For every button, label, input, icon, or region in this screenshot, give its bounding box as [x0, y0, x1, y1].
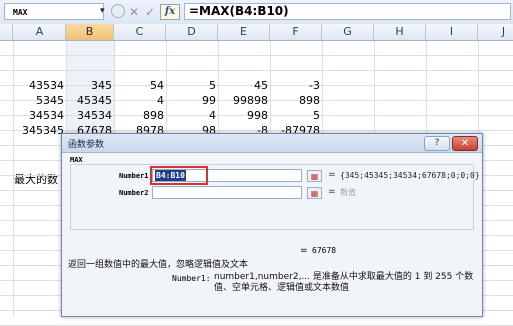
help-button[interactable]: ?	[424, 136, 450, 151]
argument-help-text: number1,number2,... 是准备从中求取最大值的 1 到 255 …	[214, 272, 474, 293]
number1-equals: =	[328, 170, 336, 180]
cell-f-row3[interactable]: 5	[270, 108, 322, 123]
cell-b-row2[interactable]: 45345	[66, 93, 114, 108]
formula-result-equals: =	[300, 246, 308, 256]
cell-f-row2[interactable]: 898	[270, 93, 322, 108]
column-header-b[interactable]: B	[66, 24, 114, 40]
cell-f-row1[interactable]: -3	[270, 78, 322, 93]
column-header-c[interactable]: C	[114, 24, 166, 40]
cell-c-row3[interactable]: 898	[114, 108, 166, 123]
enter-icon[interactable]: ✓	[142, 4, 158, 20]
formula-bar-splitter-icon[interactable]	[111, 4, 125, 18]
number2-equals: =	[328, 187, 336, 197]
column-header-i[interactable]: I	[426, 24, 478, 40]
column-header-a[interactable]: A	[14, 24, 66, 40]
number1-label: Number1	[119, 172, 149, 180]
number2-result: 数值	[340, 188, 356, 197]
formula-input[interactable]: =MAX(B4:B10)	[184, 3, 511, 20]
cell-e-row3[interactable]: 998	[218, 108, 270, 123]
gridline-horizontal	[0, 70, 513, 71]
cell-e-row2[interactable]: 99898	[218, 93, 270, 108]
column-header-d[interactable]: D	[166, 24, 218, 40]
close-button[interactable]: ✕	[452, 136, 478, 151]
cell-b-row1[interactable]: 345	[66, 78, 114, 93]
dialog-titlebar[interactable]: 函数参数 ? ✕	[62, 134, 482, 153]
dialog-title: 函数参数	[68, 140, 105, 150]
column-header-j[interactable]: J	[478, 24, 513, 40]
cell-d-row3[interactable]: 4	[166, 108, 218, 123]
cell-d-row1[interactable]: 5	[166, 78, 218, 93]
function-arguments-dialog: 函数参数 ? ✕ MAX Number1 B4:B10 ▦ = {345;453…	[61, 133, 483, 317]
column-header-e[interactable]: E	[218, 24, 270, 40]
select-all-corner[interactable]	[0, 24, 13, 40]
name-box[interactable]: MAX	[4, 3, 104, 20]
function-description: 返回一组数值中的最大值，忽略逻辑值及文本	[68, 260, 249, 270]
number2-collapse-icon[interactable]: ▦	[307, 187, 322, 199]
cancel-icon[interactable]: ✕	[126, 4, 142, 20]
argument-help-name: Number1:	[172, 274, 211, 283]
cell-c-row1[interactable]: 54	[114, 78, 166, 93]
gridline-horizontal	[0, 55, 513, 56]
function-name-label: MAX	[70, 156, 83, 164]
insert-function-icon[interactable]: fx	[160, 4, 180, 20]
column-header-row: ABCDEFGHIJ	[0, 24, 513, 41]
formula-bar: MAX ▾ ✕ ✓ fx =MAX(B4:B10)	[0, 0, 513, 25]
cell-a-row1[interactable]: 43534	[14, 78, 66, 93]
row-label-cell[interactable]: 最大的数	[14, 171, 58, 187]
cell-c-row2[interactable]: 4	[114, 93, 166, 108]
column-header-h[interactable]: H	[374, 24, 426, 40]
column-header-f[interactable]: F	[270, 24, 322, 40]
column-header-g[interactable]: G	[322, 24, 374, 40]
cell-d-row2[interactable]: 99	[166, 93, 218, 108]
cell-a-row4[interactable]: 345345	[14, 123, 66, 138]
name-box-dropdown-icon[interactable]: ▾	[100, 6, 105, 16]
cell-a-row3[interactable]: 34534	[14, 108, 66, 123]
cell-a-row2[interactable]: 5345	[14, 93, 66, 108]
number1-highlight-box	[150, 166, 208, 185]
cell-b-row3[interactable]: 34534	[66, 108, 114, 123]
number2-input[interactable]	[152, 186, 302, 199]
number1-collapse-icon[interactable]: ▦	[307, 170, 322, 182]
number1-result: {345;45345;34534;67678;0;0;0}	[340, 171, 480, 180]
number2-label: Number2	[119, 189, 149, 197]
formula-result-value: 67678	[312, 246, 337, 255]
cell-e-row1[interactable]: 45	[218, 78, 270, 93]
